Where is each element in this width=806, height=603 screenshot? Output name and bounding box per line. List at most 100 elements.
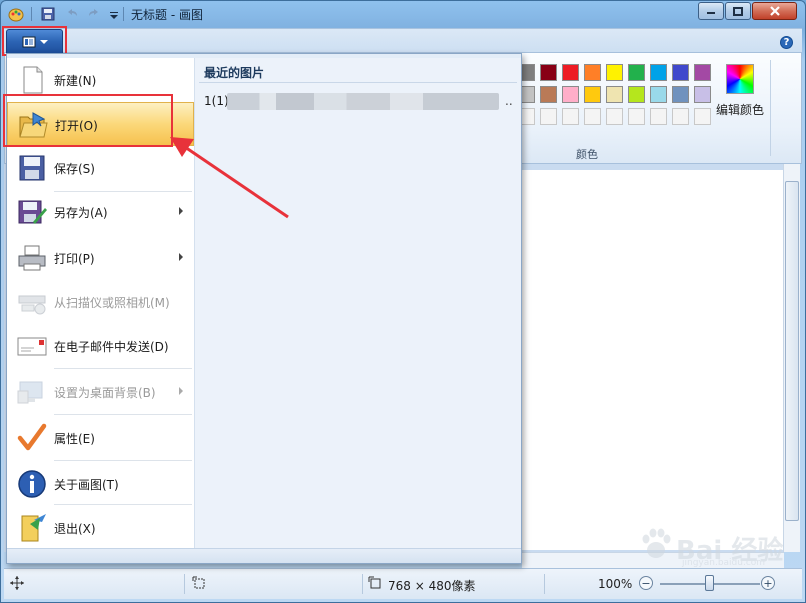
color-swatch[interactable] — [650, 64, 667, 81]
menu-item-desktop-background: 设置为桌面背景(B) — [7, 370, 194, 414]
color-palette — [518, 64, 718, 144]
vertical-scrollbar[interactable] — [783, 164, 800, 552]
empty-color-swatch[interactable] — [694, 108, 711, 125]
color-swatch[interactable] — [694, 86, 711, 103]
exit-icon — [16, 512, 48, 544]
printer-icon — [16, 242, 48, 274]
menu-item-label: 另存为(A) — [54, 206, 108, 220]
menu-separator — [54, 460, 192, 461]
menu-item-label: 打印(P) — [54, 252, 95, 266]
zoom-level-text: 100% — [598, 577, 633, 591]
menu-item-scanner: 从扫描仪或照相机(M) — [7, 280, 194, 324]
status-separator — [362, 574, 363, 594]
zoom-in-button[interactable]: + — [761, 576, 775, 590]
save-icon[interactable] — [40, 6, 56, 22]
recent-separator — [199, 82, 517, 83]
menu-item-label: 在电子邮件中发送(D) — [54, 340, 169, 354]
vertical-scroll-thumb[interactable] — [785, 181, 799, 521]
status-bar: 768 × 480像素 100% − + — [4, 568, 802, 599]
edit-colors-label[interactable]: 编辑颜色 — [716, 101, 764, 118]
annotation-highlight-file-button — [2, 26, 67, 56]
drawing-canvas[interactable] — [522, 170, 784, 550]
menu-item-label: 新建(N) — [54, 74, 97, 88]
color-swatch[interactable] — [562, 86, 579, 103]
empty-color-swatch[interactable] — [672, 108, 689, 125]
empty-color-swatch[interactable] — [606, 108, 623, 125]
close-icon — [769, 6, 780, 16]
scanner-icon — [16, 286, 48, 318]
image-size-icon — [368, 576, 382, 593]
redo-icon[interactable] — [86, 6, 102, 22]
menu-item-info[interactable]: 关于画图(T) — [7, 462, 194, 506]
desktop-background-icon — [16, 376, 48, 408]
color-swatch[interactable] — [584, 64, 601, 81]
annotation-highlight-open-item — [3, 94, 173, 147]
menu-separator — [54, 368, 192, 369]
zoom-slider-thumb[interactable] — [705, 575, 714, 591]
zoom-out-button[interactable]: − — [639, 576, 653, 590]
status-separator — [184, 574, 185, 594]
email-icon — [16, 330, 48, 362]
baidu-watermark: Bai 经验 jingyan.baidu.com — [616, 518, 802, 568]
image-size-text: 768 × 480像素 — [388, 579, 476, 593]
menu-item-exit[interactable]: 退出(X) — [7, 506, 194, 550]
menu-item-label: 保存(S) — [54, 162, 95, 176]
color-swatch[interactable] — [606, 86, 623, 103]
menu-item-checkmark[interactable]: 属性(E) — [7, 416, 194, 460]
watermark-url: jingyan.baidu.com — [682, 558, 766, 568]
menu-item-label: 从扫描仪或照相机(M) — [54, 296, 170, 310]
color-swatch[interactable] — [694, 64, 711, 81]
empty-color-swatch[interactable] — [540, 108, 557, 125]
colors-group-label: 颜色 — [576, 148, 598, 161]
maximize-button[interactable] — [725, 2, 751, 20]
color-swatch[interactable] — [672, 64, 689, 81]
chevron-right-icon — [179, 253, 183, 261]
recent-item-suffix: .. — [505, 94, 513, 108]
customize-dropdown-icon[interactable] — [106, 6, 122, 22]
status-separator — [544, 574, 545, 594]
menu-item-label: 退出(X) — [54, 522, 96, 536]
color-swatch[interactable] — [562, 64, 579, 81]
info-icon — [16, 468, 48, 500]
minimize-icon — [707, 12, 715, 14]
empty-color-swatch[interactable] — [584, 108, 601, 125]
menu-item-label: 属性(E) — [54, 432, 95, 446]
empty-color-swatch[interactable] — [628, 108, 645, 125]
window-title: 无标题 - 画图 — [131, 8, 203, 22]
qat-separator — [31, 7, 32, 21]
ribbon-divider — [770, 60, 771, 156]
help-icon[interactable]: ? — [780, 36, 793, 49]
qat-separator — [123, 7, 124, 21]
save-as-icon — [16, 196, 48, 228]
save-disk-icon — [16, 152, 48, 184]
menu-item-printer[interactable]: 打印(P) — [7, 236, 194, 280]
color-swatch[interactable] — [672, 86, 689, 103]
recent-item-prefix[interactable]: 1(1) — [204, 94, 229, 108]
empty-color-swatch[interactable] — [650, 108, 667, 125]
menu-separator — [54, 414, 192, 415]
menu-item-label: 关于画图(T) — [54, 478, 119, 492]
new-file-icon — [16, 64, 48, 96]
color-swatch[interactable] — [584, 86, 601, 103]
color-swatch[interactable] — [606, 64, 623, 81]
menu-separator — [54, 504, 192, 505]
recent-item-blurred-name[interactable] — [227, 93, 499, 110]
edit-colors-icon[interactable] — [726, 64, 754, 94]
color-swatch[interactable] — [540, 64, 557, 81]
annotation-arrow — [170, 137, 289, 219]
title-bar: 无标题 - 画图 — [0, 0, 806, 28]
color-swatch[interactable] — [650, 86, 667, 103]
paw-logo-icon — [642, 528, 671, 558]
menu-item-label: 设置为桌面背景(B) — [54, 386, 156, 400]
chevron-right-icon — [179, 387, 183, 395]
paint-app-icon[interactable] — [8, 6, 24, 22]
color-swatch[interactable] — [628, 64, 645, 81]
empty-color-swatch[interactable] — [562, 108, 579, 125]
recent-pictures-heading: 最近的图片 — [204, 66, 265, 80]
color-swatch[interactable] — [540, 86, 557, 103]
color-swatch[interactable] — [628, 86, 645, 103]
minimize-button[interactable] — [698, 2, 724, 20]
undo-icon[interactable] — [64, 6, 80, 22]
close-button[interactable] — [752, 2, 797, 20]
menu-item-email[interactable]: 在电子邮件中发送(D) — [7, 324, 194, 368]
